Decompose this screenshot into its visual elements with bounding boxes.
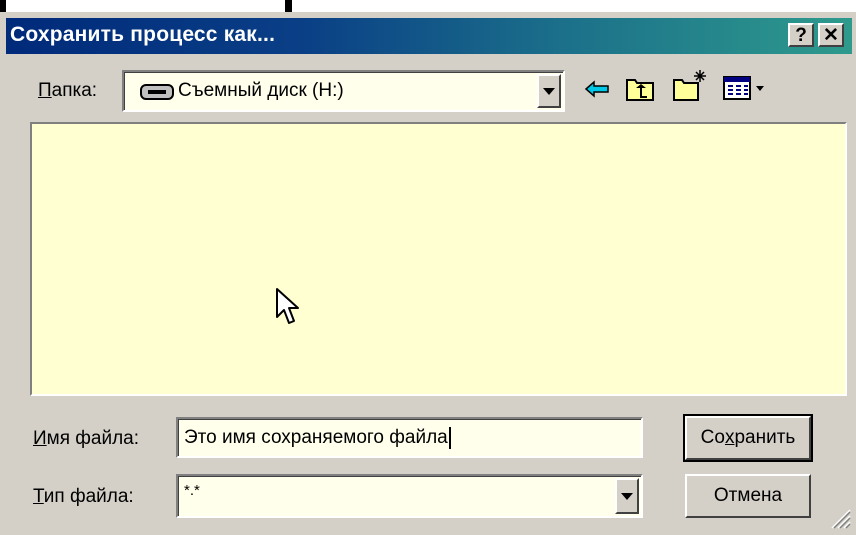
cancel-button[interactable]: Отмена [685,474,811,518]
close-button[interactable]: ✕ [818,23,844,47]
help-button[interactable]: ? [788,23,814,47]
filename-value: Это имя сохраняемого файла [184,427,448,449]
filetype-label: Тип файла: [33,486,134,507]
chevron-down-icon [621,492,633,500]
up-folder-icon[interactable] [625,74,655,107]
mouse-cursor-icon [275,287,301,332]
folder-value: Съемный диск (H:) [178,80,344,101]
resize-grip-icon[interactable] [828,506,852,535]
folder-label: Папка: [38,80,98,101]
chevron-down-icon [543,87,555,95]
back-arrow-icon[interactable] [584,80,610,103]
folder-dropdown-button[interactable] [537,74,561,108]
text-caret [448,427,451,449]
new-folder-icon[interactable] [672,68,708,107]
folder-combobox[interactable]: Съемный диск (H:) [122,70,565,112]
filename-input[interactable]: Это имя сохраняемого файла [176,417,643,458]
filetype-value: *.* [184,482,200,499]
filename-label: Имя файла: [33,428,140,449]
view-menu-icon[interactable] [722,75,768,106]
file-list[interactable] [30,122,847,396]
filetype-combobox[interactable]: *.* [176,474,643,518]
save-button[interactable]: Со х ранить [683,414,813,462]
drive-icon [140,83,174,106]
filetype-dropdown-button[interactable] [615,478,639,514]
dialog-title: Сохранить процесс как... [10,23,276,46]
